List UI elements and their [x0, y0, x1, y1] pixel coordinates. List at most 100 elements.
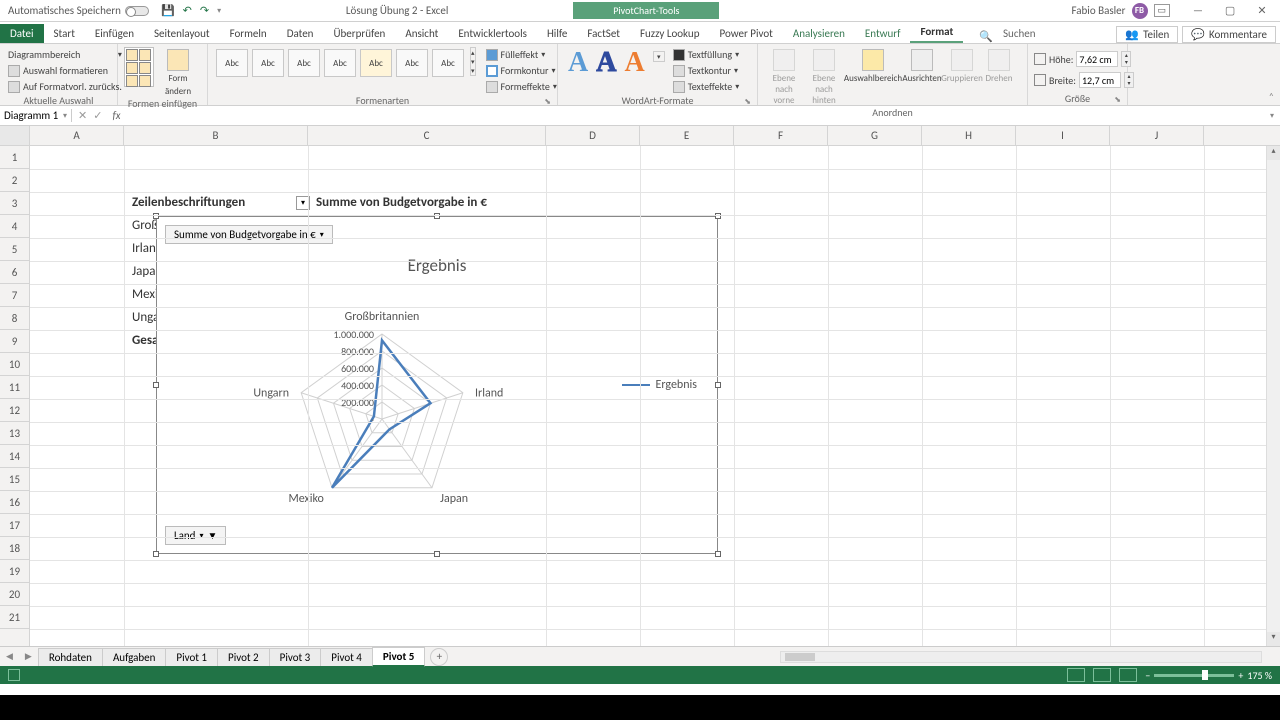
- resize-handle[interactable]: [153, 213, 159, 219]
- row-header-6[interactable]: 6: [0, 261, 29, 284]
- sheet-tab-pivot4[interactable]: Pivot 4: [320, 648, 373, 666]
- gallery-more-icon[interactable]: ▾: [471, 66, 475, 75]
- reset-style-button[interactable]: Auf Formatvorl. zurücks.: [6, 79, 124, 94]
- vertical-scrollbar[interactable]: ▴ ▾: [1266, 146, 1280, 646]
- normal-view-icon[interactable]: [1067, 668, 1085, 682]
- row-header-18[interactable]: 18: [0, 537, 29, 560]
- shape-outline-button[interactable]: Formkontur▾: [484, 63, 559, 78]
- row-header-3[interactable]: 3: [0, 192, 29, 215]
- tab-entwickler[interactable]: Entwicklertools: [448, 24, 537, 43]
- col-header-H[interactable]: H: [922, 126, 1016, 145]
- zoom-out-icon[interactable]: −: [1145, 669, 1150, 682]
- row-header-5[interactable]: 5: [0, 238, 29, 261]
- wordart-style-1[interactable]: A: [564, 47, 592, 79]
- name-box[interactable]: Diagramm 1▾: [0, 109, 72, 122]
- tab-ueberpruefen[interactable]: Überprüfen: [323, 24, 395, 43]
- row-headers[interactable]: 123456789101112131415161718192021: [0, 146, 30, 646]
- sheet-tab-pivot5[interactable]: Pivot 5: [372, 647, 425, 667]
- row-header-8[interactable]: 8: [0, 307, 29, 330]
- width-input[interactable]: [1079, 72, 1121, 88]
- collapse-ribbon-icon[interactable]: ˄: [1269, 90, 1274, 103]
- text-outline-button[interactable]: Textkontur▾: [671, 63, 742, 78]
- page-break-view-icon[interactable]: [1119, 668, 1137, 682]
- resize-handle[interactable]: [715, 382, 721, 388]
- accept-formula-icon[interactable]: ✓: [93, 109, 102, 122]
- zoom-level[interactable]: 175 %: [1247, 669, 1272, 682]
- col-header-I[interactable]: I: [1016, 126, 1110, 145]
- select-all-corner[interactable]: [0, 126, 30, 145]
- col-header-A[interactable]: A: [30, 126, 124, 145]
- shape-fill-button[interactable]: Fülleffekt▾: [484, 47, 559, 62]
- col-header-J[interactable]: J: [1110, 126, 1204, 145]
- group-button[interactable]: Gruppieren: [942, 47, 982, 84]
- sheet-tab-aufgaben[interactable]: Aufgaben: [102, 648, 166, 666]
- namebox-dropdown-icon[interactable]: ▾: [63, 111, 67, 121]
- bring-forward-button[interactable]: Ebene nach vorne: [764, 47, 804, 106]
- tab-fuzzy[interactable]: Fuzzy Lookup: [630, 24, 710, 43]
- user-avatar[interactable]: FB: [1132, 3, 1148, 19]
- horizontal-scrollbar[interactable]: [780, 651, 1262, 663]
- add-sheet-button[interactable]: +: [430, 648, 448, 666]
- sheet-tab-pivot1[interactable]: Pivot 1: [165, 648, 218, 666]
- style-swatch-2[interactable]: Abc: [252, 49, 284, 77]
- row-header-12[interactable]: 12: [0, 399, 29, 422]
- ribbon-display-icon[interactable]: ▭: [1154, 4, 1171, 17]
- row-header-10[interactable]: 10: [0, 353, 29, 376]
- wordart-style-2[interactable]: A: [592, 47, 620, 79]
- row-header-1[interactable]: 1: [0, 146, 29, 169]
- rotate-button[interactable]: Drehen: [982, 47, 1016, 84]
- tab-daten[interactable]: Daten: [277, 24, 324, 43]
- tab-einfuegen[interactable]: Einfügen: [85, 24, 144, 43]
- tab-ansicht[interactable]: Ansicht: [395, 24, 448, 43]
- row-header-13[interactable]: 13: [0, 422, 29, 445]
- tab-formeln[interactable]: Formeln: [220, 24, 277, 43]
- tab-powerpivot[interactable]: Power Pivot: [709, 24, 782, 43]
- expand-formula-icon[interactable]: ▾: [1264, 111, 1280, 121]
- row-header-15[interactable]: 15: [0, 468, 29, 491]
- scroll-up-icon[interactable]: ▴: [1267, 146, 1280, 160]
- dialog-launcher-icon-2[interactable]: ⬊: [744, 97, 751, 107]
- row-header-20[interactable]: 20: [0, 583, 29, 606]
- minimize-button[interactable]: —: [1184, 4, 1212, 17]
- row-header-16[interactable]: 16: [0, 491, 29, 514]
- change-shape-button[interactable]: Formändern: [158, 47, 198, 97]
- row-header-14[interactable]: 14: [0, 445, 29, 468]
- col-header-C[interactable]: C: [308, 126, 546, 145]
- search-label[interactable]: Suchen: [993, 24, 1046, 43]
- tab-start[interactable]: Start: [44, 24, 85, 43]
- zoom-slider[interactable]: [1154, 674, 1234, 677]
- record-macro-icon[interactable]: [8, 669, 20, 681]
- sheet-nav-next-icon[interactable]: ▶: [19, 651, 38, 662]
- col-header-D[interactable]: D: [546, 126, 640, 145]
- resize-handle[interactable]: [715, 551, 721, 557]
- pivot-chart[interactable]: Summe von Budgetvorgabe in €▾ Ergebnis G…: [156, 216, 718, 554]
- wordart-style-3[interactable]: A: [620, 47, 648, 79]
- chart-legend[interactable]: Ergebnis: [622, 378, 697, 392]
- tab-entwurf[interactable]: Entwurf: [855, 24, 911, 43]
- tab-format[interactable]: Format: [910, 22, 963, 43]
- search-icon[interactable]: 🔍: [979, 30, 993, 43]
- shape-style-gallery[interactable]: Abc Abc Abc Abc Abc Abc Abc: [214, 47, 466, 79]
- selection-pane-button[interactable]: Auswahlbereich: [844, 47, 902, 84]
- tab-analysieren[interactable]: Analysieren: [783, 24, 855, 43]
- sheet-nav-prev-icon[interactable]: ◀: [0, 651, 19, 662]
- chart-axis-field-chip[interactable]: Land▾▼: [165, 526, 226, 545]
- cell-area[interactable]: Zeilenbeschriftungen ▾ Summe von Budgetv…: [30, 146, 1280, 646]
- autosave-toggle[interactable]: [125, 6, 149, 16]
- sheet-tab-pivot3[interactable]: Pivot 3: [269, 648, 322, 666]
- spreadsheet-grid[interactable]: ABCDEFGHIJ 12345678910111213141516171819…: [0, 126, 1280, 646]
- comments-button[interactable]: 💬Kommentare: [1182, 26, 1276, 43]
- row-header-21[interactable]: 21: [0, 606, 29, 629]
- save-icon[interactable]: 💾: [161, 4, 175, 17]
- row-header-17[interactable]: 17: [0, 514, 29, 537]
- row-header-4[interactable]: 4: [0, 215, 29, 238]
- tab-factset[interactable]: FactSet: [577, 24, 630, 43]
- row-header-9[interactable]: 9: [0, 330, 29, 353]
- resize-handle[interactable]: [153, 551, 159, 557]
- style-swatch-5[interactable]: Abc: [360, 49, 392, 77]
- col-header-F[interactable]: F: [734, 126, 828, 145]
- col-header-G[interactable]: G: [828, 126, 922, 145]
- row-header-11[interactable]: 11: [0, 376, 29, 399]
- dialog-launcher-icon-3[interactable]: ⬊: [1114, 95, 1121, 105]
- gallery-down-icon[interactable]: ▾: [471, 57, 475, 66]
